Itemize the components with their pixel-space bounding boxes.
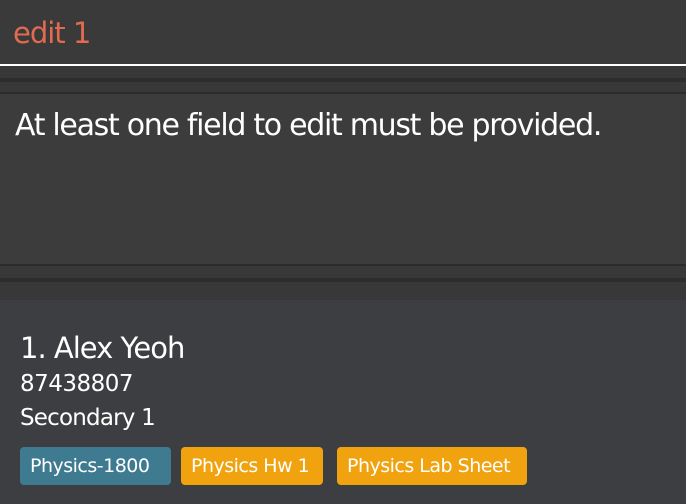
- person-phone: 87438807: [20, 371, 134, 397]
- command-input[interactable]: [13, 14, 673, 52]
- app-window: At least one field to edit must be provi…: [0, 0, 686, 504]
- result-display[interactable]: At least one field to edit must be provi…: [0, 92, 686, 266]
- divider: [0, 78, 686, 82]
- divider: [0, 278, 686, 282]
- tag-physics-lab-sheet: Physics Lab Sheet: [337, 447, 527, 485]
- command-box: [0, 0, 686, 66]
- person-card[interactable]: 1. Alex Yeoh 87438807 Secondary 1 Physic…: [0, 300, 686, 504]
- person-level: Secondary 1: [20, 405, 156, 431]
- person-list[interactable]: 1. Alex Yeoh 87438807 Secondary 1 Physic…: [0, 300, 686, 504]
- person-name: 1. Alex Yeoh: [20, 331, 185, 365]
- tag-physics-hw-1: Physics Hw 1: [181, 447, 323, 485]
- result-message: At least one field to edit must be provi…: [15, 108, 602, 143]
- tag-physics-1800: Physics-1800: [20, 447, 171, 485]
